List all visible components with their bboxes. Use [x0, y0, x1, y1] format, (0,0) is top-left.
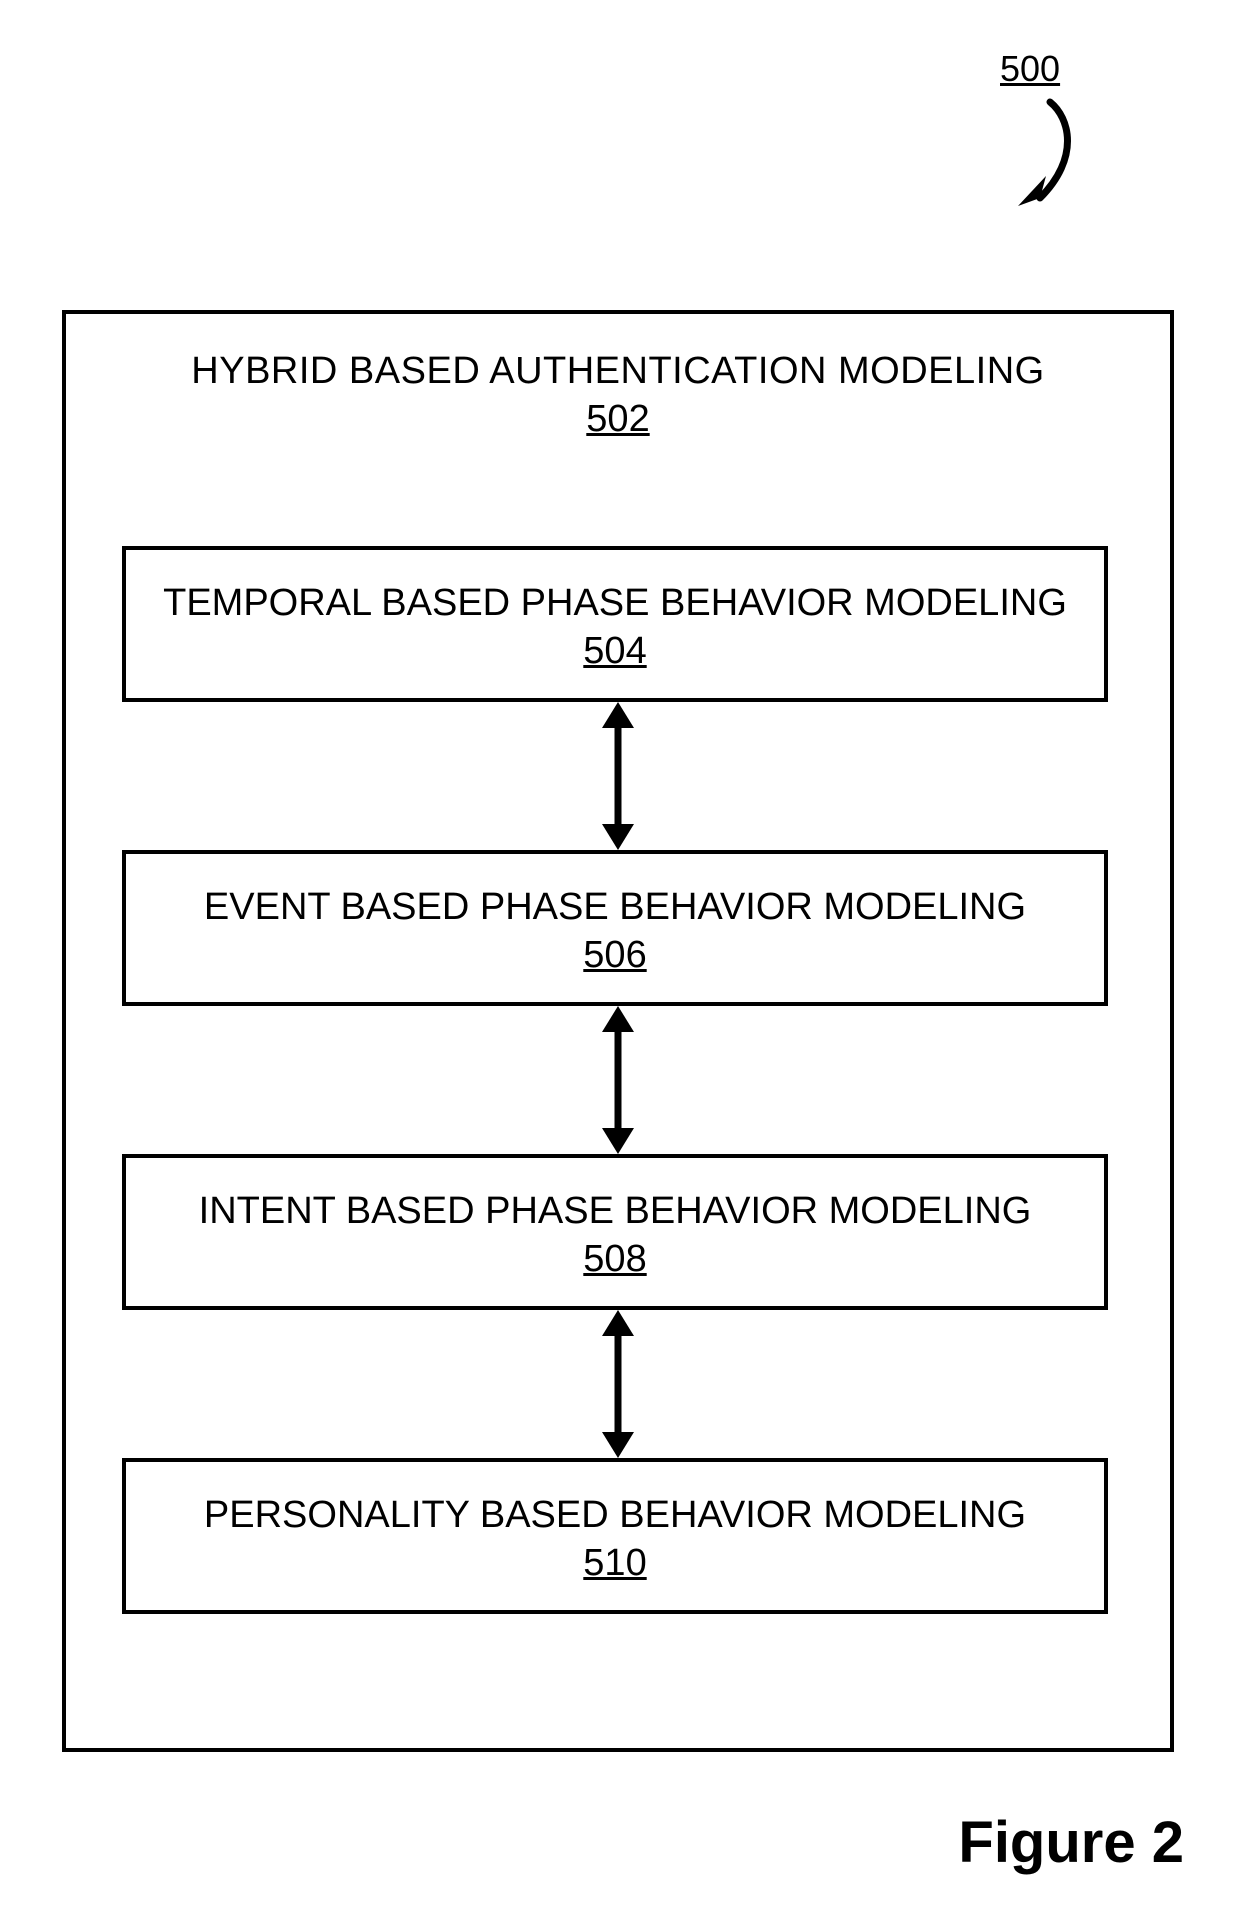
double-arrow-icon	[588, 1310, 648, 1458]
double-arrow-icon	[588, 1006, 648, 1154]
box-ref: 504	[126, 630, 1104, 673]
box-ref: 510	[126, 1542, 1104, 1585]
box-personality: PERSONALITY BASED BEHAVIOR MODELING 510	[122, 1458, 1108, 1614]
box-intent: INTENT BASED PHASE BEHAVIOR MODELING 508	[122, 1154, 1108, 1310]
box-title: PERSONALITY BASED BEHAVIOR MODELING	[126, 1494, 1104, 1537]
box-title: INTENT BASED PHASE BEHAVIOR MODELING	[126, 1190, 1104, 1233]
box-title: EVENT BASED PHASE BEHAVIOR MODELING	[126, 886, 1104, 929]
outer-container-box: HYBRID BASED AUTHENTICATION MODELING 502…	[62, 310, 1174, 1752]
figure-caption: Figure 2	[958, 1809, 1184, 1876]
figure-reference-number: 500	[1000, 48, 1060, 90]
diagram-canvas: 500 HYBRID BASED AUTHENTICATION MODELING…	[0, 0, 1240, 1906]
outer-box-title: HYBRID BASED AUTHENTICATION MODELING	[66, 350, 1170, 393]
box-title: TEMPORAL BASED PHASE BEHAVIOR MODELING	[126, 582, 1104, 625]
box-event: EVENT BASED PHASE BEHAVIOR MODELING 506	[122, 850, 1108, 1006]
box-ref: 506	[126, 934, 1104, 977]
double-arrow-icon	[588, 702, 648, 850]
outer-box-ref: 502	[66, 398, 1170, 441]
box-temporal: TEMPORAL BASED PHASE BEHAVIOR MODELING 5…	[122, 546, 1108, 702]
box-ref: 508	[126, 1238, 1104, 1281]
figure-reference-pointer: 500	[920, 48, 1120, 228]
